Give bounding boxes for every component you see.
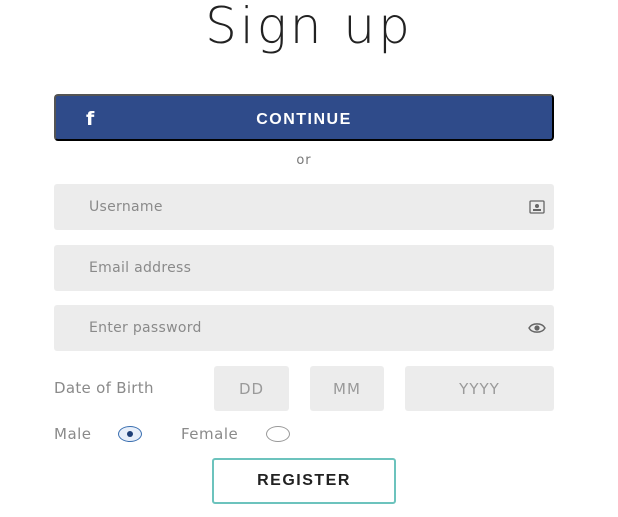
eye-icon[interactable] [528,319,546,337]
dob-month-input[interactable] [310,366,384,411]
password-input[interactable] [54,305,554,351]
username-input[interactable] [54,184,554,230]
dob-year-wrapper [405,366,554,411]
dob-year-input[interactable] [405,366,554,411]
dob-day-input[interactable] [214,366,289,411]
divider-text: or [296,153,312,168]
gender-male-label: Male [54,425,92,443]
id-card-icon [529,200,545,214]
dob-day-wrapper [214,366,289,411]
register-button[interactable]: REGISTER [212,458,396,504]
password-field-wrapper [54,305,554,351]
email-field-wrapper [54,245,554,291]
gender-male-radio[interactable] [118,426,142,442]
page-title: Sign up [205,0,413,55]
date-of-birth-label: Date of Birth [54,379,154,397]
facebook-button-label: CONTINUE [256,111,352,128]
gender-female-radio[interactable] [266,426,290,442]
radio-selected-dot [127,431,133,437]
email-input[interactable] [54,245,554,291]
dob-month-wrapper [310,366,384,411]
username-field-wrapper [54,184,554,230]
facebook-continue-button[interactable]: f CONTINUE [54,94,554,141]
gender-female-label: Female [181,425,239,443]
